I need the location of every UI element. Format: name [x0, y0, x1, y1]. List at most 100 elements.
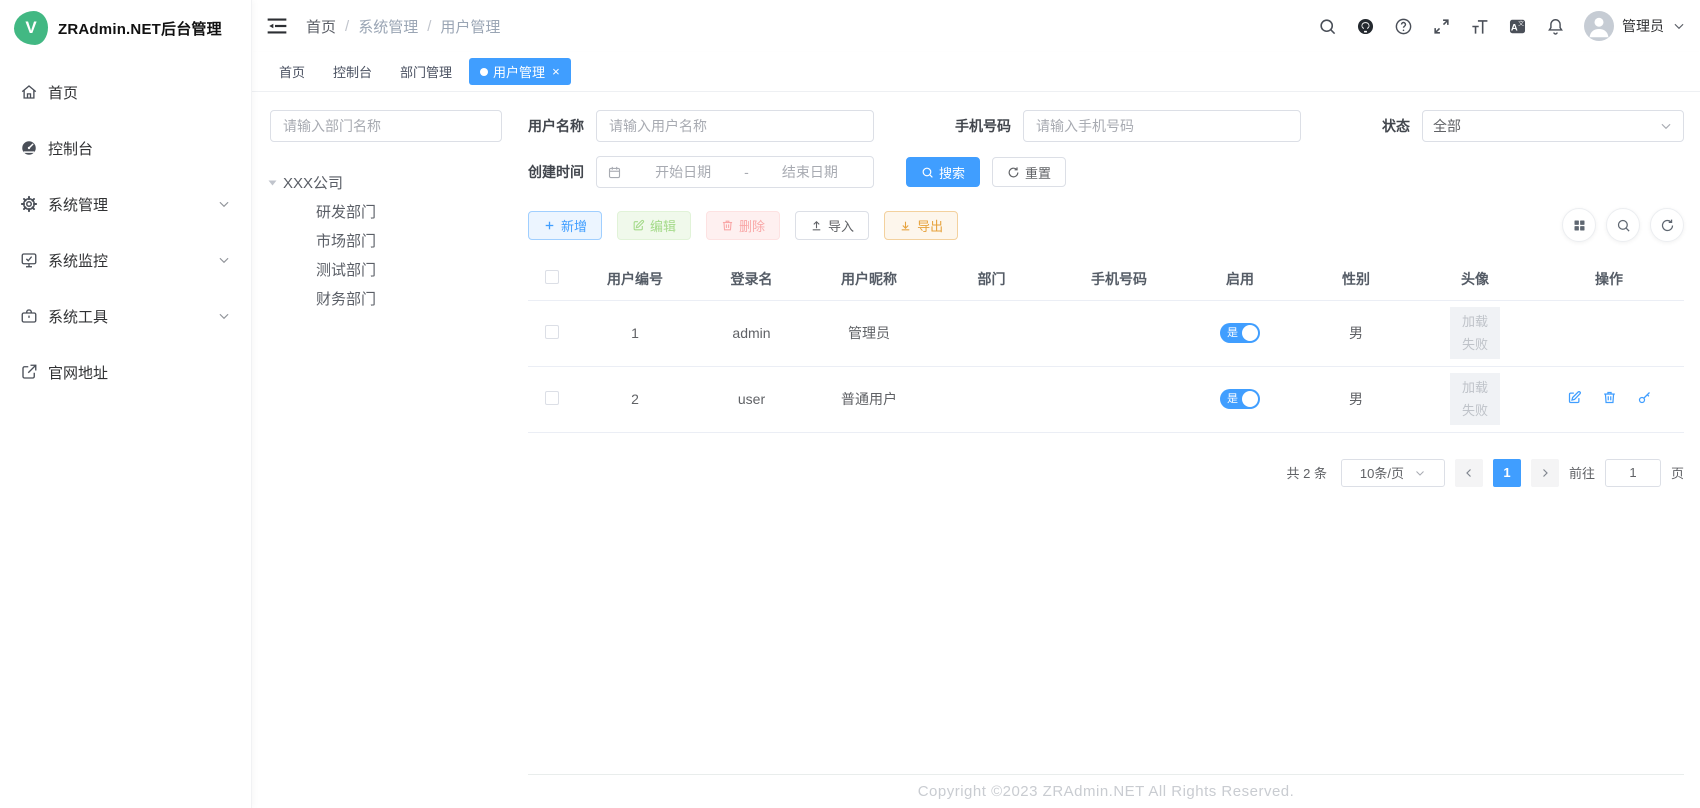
- tab-dept[interactable]: 部门管理: [389, 58, 463, 85]
- page-content: XXX公司 研发部门 市场部门 测试部门 财务部门 用户名称 手机号码: [252, 92, 1700, 808]
- row-key-icon[interactable]: [1637, 390, 1652, 405]
- col-gender: 性别: [1296, 258, 1416, 300]
- sidebar-item-label: 系统工具: [48, 306, 207, 327]
- sidebar-fold-icon[interactable]: [266, 15, 288, 37]
- user-name: 管理员: [1622, 16, 1664, 36]
- breadcrumb-item-system[interactable]: 系统管理: [358, 16, 418, 37]
- edit-button[interactable]: 编辑: [617, 211, 691, 240]
- cell-user-id: 1: [576, 300, 694, 366]
- footer: Copyright ©2023 ZRAdmin.NET All Rights R…: [528, 774, 1684, 808]
- import-button-label: 导入: [828, 216, 854, 235]
- page-size-value: 10条/页: [1360, 463, 1404, 482]
- tree-node-company[interactable]: XXX公司: [270, 168, 502, 197]
- status-select[interactable]: 全部: [1422, 110, 1684, 142]
- row-edit-icon[interactable]: [1567, 390, 1582, 405]
- navbar-right: A文 管理员: [1318, 11, 1686, 41]
- date-range-picker[interactable]: 开始日期 - 结束日期: [596, 156, 874, 188]
- tab-dashboard[interactable]: 控制台: [322, 58, 383, 85]
- enabled-toggle[interactable]: 是: [1220, 389, 1260, 409]
- import-button[interactable]: 导入: [795, 211, 869, 240]
- translate-icon[interactable]: A文: [1508, 17, 1527, 36]
- user-menu[interactable]: 管理员: [1584, 11, 1686, 41]
- sidebar-item-dashboard[interactable]: 控制台: [0, 120, 251, 176]
- page-number-1[interactable]: 1: [1493, 459, 1521, 487]
- next-page-button[interactable]: [1531, 459, 1559, 487]
- tab-home[interactable]: 首页: [268, 58, 316, 85]
- breadcrumb-item-home[interactable]: 首页: [306, 16, 336, 37]
- search-button-label: 搜索: [939, 163, 965, 182]
- filter-row-1: 用户名称 手机号码 状态 全部: [528, 110, 1684, 142]
- chevron-down-icon: [217, 197, 231, 211]
- cell-nickname: 管理员: [809, 300, 929, 366]
- date-separator: -: [744, 164, 749, 180]
- sidebar-item-official-site[interactable]: 官网地址: [0, 344, 251, 400]
- tree-node-market[interactable]: 市场部门: [270, 226, 502, 255]
- help-icon[interactable]: [1394, 17, 1413, 36]
- toggle-on-label: 是: [1227, 328, 1238, 339]
- row-delete-icon[interactable]: [1602, 390, 1617, 405]
- external-link-icon: [20, 363, 38, 381]
- chevron-down-icon: [1659, 119, 1673, 133]
- goto-page-input[interactable]: [1605, 459, 1661, 487]
- refresh-icon[interactable]: [1650, 208, 1684, 242]
- select-all-checkbox[interactable]: [545, 270, 559, 284]
- users-table: 用户编号 登录名 用户昵称 部门 手机号码 启用 性别 头像 操作 1: [528, 258, 1684, 433]
- table-row: 1 admin 管理员 是 男: [528, 300, 1684, 366]
- sidebar-item-label: 系统管理: [48, 194, 207, 215]
- active-dot-icon: [480, 68, 488, 76]
- row-checkbox[interactable]: [545, 325, 559, 339]
- tree-node-test[interactable]: 测试部门: [270, 255, 502, 284]
- col-avatar: 头像: [1416, 258, 1534, 300]
- cell-actions: [1534, 300, 1684, 366]
- breadcrumb-separator: /: [345, 18, 349, 35]
- app-title: ZRAdmin.NET后台管理: [58, 18, 222, 39]
- sidebar-item-system-admin[interactable]: 系统管理: [0, 176, 251, 232]
- tree-node-dev[interactable]: 研发部门: [270, 197, 502, 226]
- toolbox-icon: [20, 307, 38, 325]
- cell-gender: 男: [1296, 366, 1416, 432]
- dept-search-input[interactable]: [270, 110, 502, 142]
- phone-input[interactable]: [1023, 110, 1301, 142]
- enabled-toggle[interactable]: 是: [1220, 323, 1260, 343]
- github-icon[interactable]: [1356, 17, 1375, 36]
- fullscreen-icon[interactable]: [1432, 17, 1451, 36]
- sidebar-item-label: 首页: [48, 82, 231, 103]
- columns-grid-icon[interactable]: [1562, 208, 1596, 242]
- cell-dept: [929, 300, 1054, 366]
- dashboard-icon: [20, 139, 38, 157]
- search-icon[interactable]: [1318, 17, 1337, 36]
- cell-login: admin: [694, 300, 809, 366]
- page-size-select[interactable]: 10条/页: [1341, 459, 1445, 487]
- sidebar-item-label: 系统监控: [48, 250, 207, 271]
- export-button[interactable]: 导出: [884, 211, 958, 240]
- toggle-on-label: 是: [1227, 394, 1238, 405]
- sidebar-item-system-tools[interactable]: 系统工具: [0, 288, 251, 344]
- date-start-placeholder: 开始日期: [630, 162, 736, 182]
- table-search-icon[interactable]: [1606, 208, 1640, 242]
- bell-icon[interactable]: [1546, 17, 1565, 36]
- font-size-icon[interactable]: [1470, 17, 1489, 36]
- edit-button-label: 编辑: [650, 216, 676, 235]
- page-suffix-label: 页: [1671, 463, 1684, 482]
- monitor-icon: [20, 251, 38, 269]
- add-button[interactable]: 新增: [528, 211, 602, 240]
- sidebar-item-home[interactable]: 首页: [0, 64, 251, 120]
- tab-users[interactable]: 用户管理 ×: [469, 58, 571, 85]
- export-button-label: 导出: [917, 216, 943, 235]
- reset-button[interactable]: 重置: [992, 157, 1066, 187]
- close-icon[interactable]: ×: [552, 65, 560, 78]
- reset-button-label: 重置: [1025, 163, 1051, 182]
- search-button[interactable]: 搜索: [906, 157, 980, 187]
- cell-phone: [1054, 300, 1184, 366]
- cell-dept: [929, 366, 1054, 432]
- row-checkbox[interactable]: [545, 391, 559, 405]
- tree-node-finance[interactable]: 财务部门: [270, 284, 502, 313]
- sidebar-item-system-monitor[interactable]: 系统监控: [0, 232, 251, 288]
- logo-icon: V: [14, 11, 48, 45]
- col-dept: 部门: [929, 258, 1054, 300]
- delete-button[interactable]: 删除: [706, 211, 780, 240]
- app-logo[interactable]: V ZRAdmin.NET后台管理: [0, 0, 251, 56]
- username-input[interactable]: [596, 110, 874, 142]
- prev-page-button[interactable]: [1455, 459, 1483, 487]
- pagination: 共 2 条 10条/页 1 前往 页: [528, 459, 1684, 487]
